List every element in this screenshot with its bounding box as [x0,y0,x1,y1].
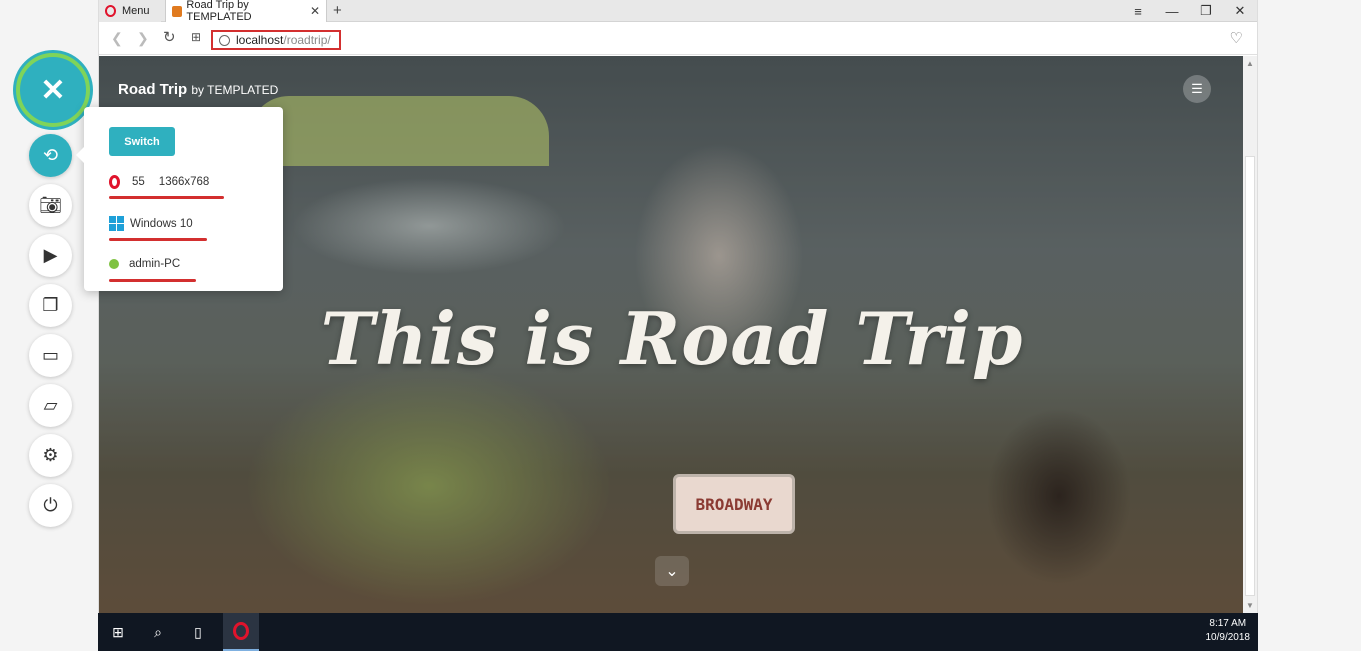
search-icon[interactable]: ⌕ [148,622,168,642]
files-icon: ❐ [42,295,59,315]
windows-taskbar: ⊞ ⌕ ▯ 8:17 AM 10/9/2018 [98,613,1258,651]
session-info-popup: Switch 55 1366x768 Windows 10 admin-PC [76,107,283,291]
tool-rail: ✕ ⟲ 📷︎ ▶ ❐ ▭ ▱ ⚙ ⏻ [0,0,98,651]
url-host: localhost [236,33,284,47]
online-status-icon [109,259,119,269]
screen-button[interactable]: ▭ [29,334,72,377]
bookmark-heart-icon[interactable]: ♡ [1230,29,1243,47]
new-tab-button[interactable]: + [333,2,342,19]
gear-icon: ⚙ [42,445,59,465]
scroll-thumb[interactable] [1245,156,1255,596]
back-button[interactable]: ❮ [111,30,123,47]
record-video-button[interactable]: ▶ [29,234,72,277]
switch-icon: ⟲ [42,145,59,165]
files-button[interactable]: ❐ [29,284,72,327]
opera-menu-button[interactable]: Menu [99,0,161,22]
tab-title: Road Trip by TEMPLATED [186,0,252,23]
highlight-underline [109,279,196,282]
window-controls: ≡ — ❐ ✕ [1121,0,1257,22]
scroll-down-icon[interactable]: ▼ [1246,601,1254,610]
forward-button[interactable]: ❯ [137,30,149,47]
brand-by: by TEMPLATED [191,83,279,97]
favicon-icon [172,5,183,17]
screen-resolution: 1366x768 [158,176,210,188]
screen-icon: ▭ [41,345,59,365]
switch-button[interactable]: Switch [109,127,175,156]
power-button[interactable]: ⏻ [29,484,72,527]
camera-icon: 📷︎ [39,195,62,215]
folder-button[interactable]: ▱ [29,384,72,427]
brand-name: Road Trip [118,81,188,98]
close-window-button[interactable]: ✕ [1223,0,1257,22]
close-panel-button[interactable]: ✕ [16,53,90,127]
chevron-down-icon[interactable]: ⌄ [655,556,689,586]
page-scrollbar[interactable]: ▲ ▼ [1243,56,1257,613]
clock-date: 10/9/2018 [1205,632,1251,643]
os-info-row: Windows 10 [109,216,193,231]
license-plate: BROADWAY [673,474,795,534]
tab-road-trip[interactable]: Road Trip by TEMPLATED ✕ [165,0,327,23]
opera-logo-icon [105,5,116,17]
task-view-icon[interactable]: ▯ [188,622,208,642]
restore-button[interactable]: ❐ [1189,0,1223,22]
site-brand[interactable]: Road Trip by TEMPLATED [118,81,278,98]
minimize-button[interactable]: — [1155,0,1189,22]
url-field[interactable]: localhost/roadtrip/ [211,30,341,50]
system-clock[interactable]: 8:17 AM 10/9/2018 [1206,617,1251,645]
folder-icon: ▱ [43,395,58,415]
taskbar-opera-icon[interactable] [223,613,259,651]
video-icon: ▶ [43,245,58,265]
globe-icon [219,34,230,46]
highlight-underline [109,238,207,241]
close-icon: ✕ [40,73,66,107]
menu-label: Menu [122,5,150,17]
machine-info-row: admin-PC [109,258,180,270]
menu-icon[interactable]: ☰ [1183,75,1211,103]
browser-version: 55 [132,176,145,188]
url-path: /roadtrip/ [283,33,331,47]
windows-logo-icon [109,216,124,231]
hero-heading: This is Road Trip [320,296,1024,381]
clock-time: 8:17 AM [1209,618,1247,629]
close-tab-icon[interactable]: ✕ [310,4,320,18]
screenshot-button[interactable]: 📷︎ [29,184,72,227]
hero-image-car [249,96,549,166]
speed-dial-icon[interactable]: ⊞ [191,30,201,44]
browser-window: Menu Road Trip by TEMPLATED ✕ + ≡ — ❐ ✕ … [98,0,1258,651]
scroll-up-icon[interactable]: ▲ [1246,59,1254,68]
os-name: Windows 10 [130,217,193,230]
settings-button[interactable]: ⚙ [29,434,72,477]
windows-start-icon[interactable]: ⊞ [108,622,128,642]
tab-bar: Menu Road Trip by TEMPLATED ✕ + ≡ — ❐ ✕ [99,0,1257,23]
power-icon: ⏻ [43,495,58,515]
tab-menu-icon[interactable]: ≡ [1121,0,1155,22]
highlight-underline [109,196,224,199]
browser-info-row: 55 1366x768 [109,175,209,189]
reload-button[interactable]: ↻ [163,28,176,46]
machine-name: admin-PC [129,258,181,270]
switch-browser-button[interactable]: ⟲ [29,134,72,177]
address-bar: ❮ ❯ ↻ ⊞ localhost/roadtrip/ ♡ [99,22,1257,55]
opera-browser-icon [109,175,120,189]
